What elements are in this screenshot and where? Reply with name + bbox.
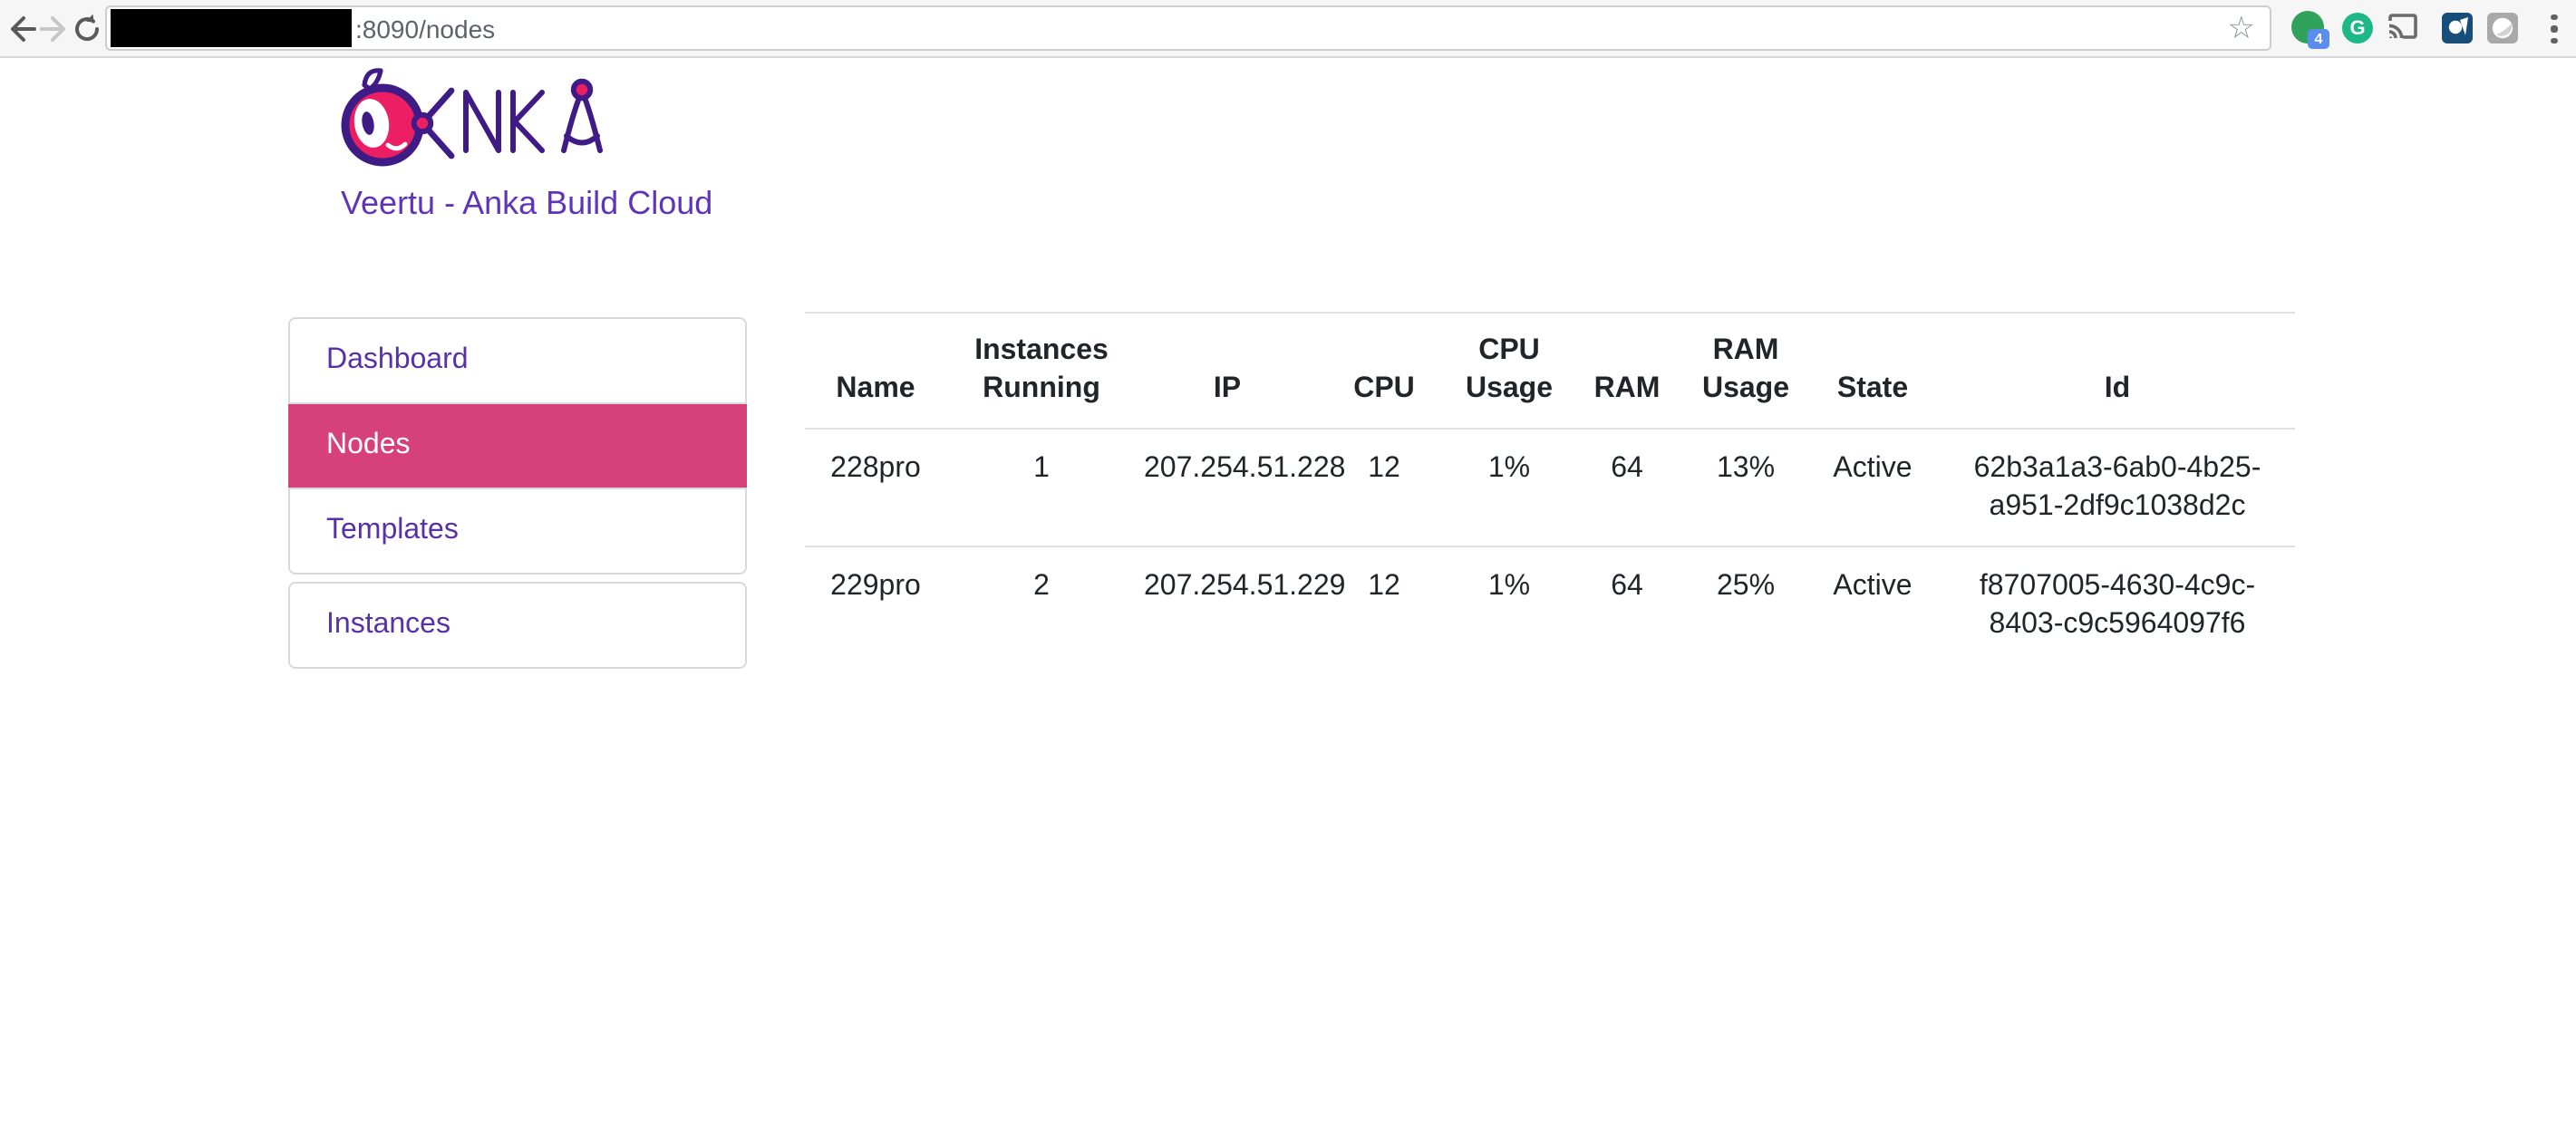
gray-circle-icon — [2487, 13, 2518, 43]
sidebar-card: DashboardNodesTemplates — [288, 317, 747, 575]
gray-extension-button[interactable] — [2487, 13, 2520, 45]
table-cell: 12 — [1318, 546, 1450, 663]
browser-menu-button[interactable] — [2545, 13, 2563, 45]
blue-extension-button[interactable] — [2442, 13, 2474, 45]
sidebar-item-dashboard[interactable]: Dashboard — [290, 319, 745, 402]
column-header-state: State — [1806, 313, 1940, 429]
table-cell: 207.254.51.229 — [1137, 546, 1318, 663]
cast-extension-button[interactable] — [2386, 13, 2420, 45]
table-cell: 12 — [1318, 429, 1450, 546]
table-cell: Active — [1806, 429, 1940, 546]
grammarly-icon: G — [2342, 13, 2373, 43]
table-cell: 207.254.51.228 — [1137, 429, 1318, 546]
anka-logo — [341, 67, 613, 176]
column-header-cpu-usage: CPU Usage — [1450, 313, 1568, 429]
column-header-ram-usage: RAM Usage — [1686, 313, 1806, 429]
menu-dot — [2552, 26, 2557, 32]
column-header-id: Id — [1940, 313, 2295, 429]
sidebar: DashboardNodesTemplates Instances — [288, 317, 747, 669]
table-cell: 229pro — [805, 546, 946, 663]
column-header-name: Name — [805, 313, 946, 429]
table-cell: Active — [1806, 546, 1940, 663]
reload-icon — [69, 11, 105, 47]
table-cell: f8707005-4630-4c9c-8403-c9c5964097f6 — [1940, 546, 2295, 663]
extension-green-badge-button[interactable]: 4 — [2291, 11, 2324, 43]
blue-person-icon — [2442, 13, 2473, 43]
url-bar[interactable]: :8090/nodes ☆ — [105, 5, 2271, 51]
cast-icon — [2386, 13, 2420, 42]
reload-button[interactable] — [65, 7, 109, 51]
table-header-row: NameInstances RunningIPCPUCPU UsageRAMRA… — [805, 313, 2295, 429]
url-text: :8090/nodes — [355, 14, 2228, 43]
menu-dot — [2552, 38, 2557, 43]
sidebar-card: Instances — [288, 582, 747, 669]
table-cell: 1 — [946, 429, 1137, 546]
table-body: 228pro1207.254.51.228121%6413%Active62b3… — [805, 429, 2295, 663]
table-cell: 1% — [1450, 429, 1568, 546]
column-header-ip: IP — [1137, 313, 1318, 429]
table-cell: 62b3a1a3-6ab0-4b25-a951-2df9c1038d2c — [1940, 429, 2295, 546]
table-cell: 2 — [946, 546, 1137, 663]
table-cell: 13% — [1686, 429, 1806, 546]
sidebar-item-instances[interactable]: Instances — [290, 584, 745, 667]
table-cell: 228pro — [805, 429, 946, 546]
column-header-cpu: CPU — [1318, 313, 1450, 429]
grammarly-extension-button[interactable]: G — [2342, 13, 2375, 45]
extension-badge-count: 4 — [2308, 29, 2329, 49]
bookmark-star-icon[interactable]: ☆ — [2228, 10, 2256, 46]
table-cell: 1% — [1450, 546, 1568, 663]
sidebar-item-templates[interactable]: Templates — [290, 488, 745, 573]
table-cell: 25% — [1686, 546, 1806, 663]
page-title: Veertu - Anka Build Cloud — [341, 185, 712, 223]
browser-toolbar: :8090/nodes ☆ 4 G — [0, 0, 2576, 58]
nodes-table: NameInstances RunningIPCPUCPU UsageRAMRA… — [805, 312, 2295, 663]
browser-window: :8090/nodes ☆ 4 G — [0, 0, 2576, 1140]
sidebar-item-nodes[interactable]: Nodes — [288, 402, 747, 488]
table-cell: 64 — [1568, 429, 1686, 546]
redacted-url-host — [111, 9, 352, 47]
table-cell: 64 — [1568, 546, 1686, 663]
column-header-instances-running: Instances Running — [946, 313, 1137, 429]
menu-dot — [2552, 14, 2557, 20]
table-row[interactable]: 228pro1207.254.51.228121%6413%Active62b3… — [805, 429, 2295, 546]
table-row[interactable]: 229pro2207.254.51.229121%6425%Activef870… — [805, 546, 2295, 663]
column-header-ram: RAM — [1568, 313, 1686, 429]
nodes-table-container: NameInstances RunningIPCPUCPU UsageRAMRA… — [805, 312, 2299, 663]
